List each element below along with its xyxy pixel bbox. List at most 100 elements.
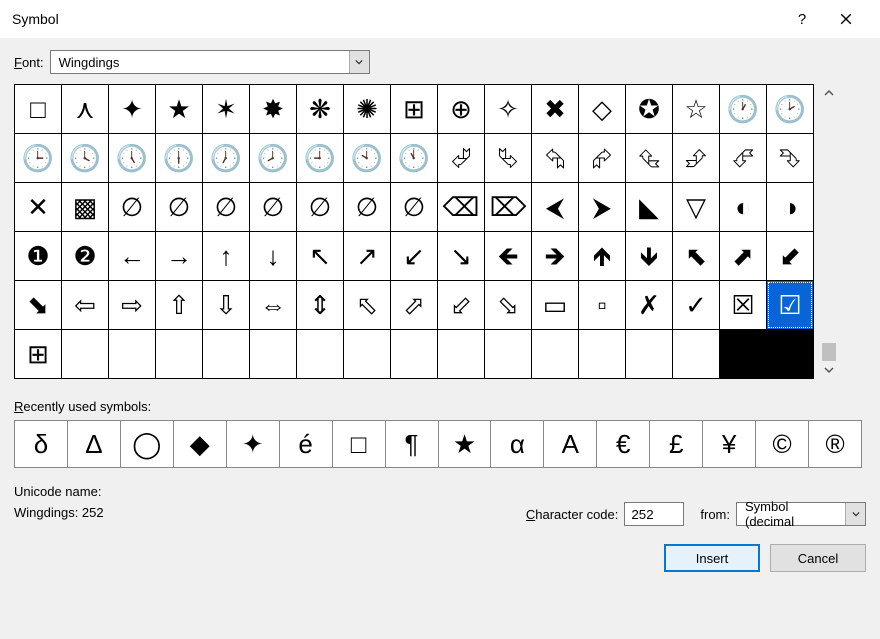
symbol-cell[interactable]: ↑ (203, 232, 249, 280)
symbol-cell[interactable]: □ (15, 85, 61, 133)
symbol-cell[interactable]: ✕ (15, 183, 61, 231)
symbol-cell[interactable]: ✦ (109, 85, 155, 133)
symbol-cell[interactable]: ⬁ (344, 281, 390, 329)
close-button[interactable] (824, 0, 868, 38)
recent-symbol-cell[interactable]: ◆ (174, 421, 226, 467)
recent-symbol-cell[interactable]: £ (650, 421, 702, 467)
symbol-cell[interactable]: ☆ (673, 85, 719, 133)
symbol-cell[interactable]: ❋ (297, 85, 343, 133)
symbol-cell[interactable]: ⮴ (626, 134, 672, 182)
symbol-cell[interactable]: 🡻 (626, 232, 672, 280)
symbol-cell[interactable]: ★ (156, 85, 202, 133)
symbol-cell[interactable]: ⮞ (579, 183, 625, 231)
help-button[interactable]: ? (780, 0, 824, 38)
symbol-cell[interactable] (391, 330, 437, 378)
symbol-cell[interactable] (109, 330, 155, 378)
symbol-cell[interactable]: ∅ (109, 183, 155, 231)
symbol-cell[interactable]: ▭ (532, 281, 578, 329)
recent-symbol-cell[interactable]: δ (15, 421, 67, 467)
symbol-cell[interactable]: ⮱ (485, 134, 531, 182)
scroll-up-button[interactable] (820, 84, 838, 102)
symbol-cell[interactable]: ☒ (720, 281, 766, 329)
symbol-cell[interactable]: ⬈ (720, 232, 766, 280)
symbol-cell[interactable]: 🕖 (203, 134, 249, 182)
symbol-cell[interactable]: ∅ (297, 183, 343, 231)
symbol-cell[interactable] (673, 330, 719, 378)
symbol-cell[interactable]: ⮳ (579, 134, 625, 182)
symbol-cell[interactable]: ▽ (673, 183, 719, 231)
symbol-cell[interactable]: ⮵ (673, 134, 719, 182)
symbol-cell[interactable]: ↙ (391, 232, 437, 280)
font-dropdown[interactable]: Wingdings (50, 50, 370, 74)
scroll-thumb[interactable] (822, 343, 836, 361)
symbol-cell[interactable]: ↗ (344, 232, 390, 280)
symbol-cell[interactable] (626, 330, 672, 378)
symbol-cell[interactable]: ↖ (297, 232, 343, 280)
from-dropdown[interactable]: Symbol (decimal (736, 502, 866, 526)
symbol-cell[interactable]: ⬋ (767, 232, 813, 280)
recent-symbol-cell[interactable]: α (491, 421, 543, 467)
symbol-cell[interactable] (344, 330, 390, 378)
symbol-cell[interactable]: 🡺 (532, 232, 578, 280)
recent-symbol-cell[interactable]: □ (333, 421, 385, 467)
recent-symbol-cell[interactable]: ✦ (227, 421, 279, 467)
symbol-cell[interactable]: ↓ (250, 232, 296, 280)
symbol-cell[interactable]: ⮷ (767, 134, 813, 182)
symbol-cell[interactable]: ⌦ (485, 183, 531, 231)
symbol-cell[interactable]: ⬀ (391, 281, 437, 329)
symbol-cell[interactable]: ✧ (485, 85, 531, 133)
symbol-cell[interactable]: ✸ (250, 85, 296, 133)
cancel-button[interactable]: Cancel (770, 544, 866, 572)
chevron-down-icon[interactable] (349, 51, 369, 73)
symbol-cell[interactable]: ◣ (626, 183, 672, 231)
symbol-cell[interactable]: ❶ (15, 232, 61, 280)
symbol-cell[interactable]: ⮰ (438, 134, 484, 182)
symbol-cell[interactable]: ◑ (767, 183, 813, 231)
symbol-cell[interactable]: ◇ (579, 85, 625, 133)
symbol-cell[interactable]: ⬂ (485, 281, 531, 329)
symbol-cell[interactable] (203, 330, 249, 378)
symbol-cell[interactable]: ⇔ (250, 281, 296, 329)
symbol-cell[interactable]: ⊞ (391, 85, 437, 133)
symbol-cell[interactable]: ◐ (720, 183, 766, 231)
symbol-cell[interactable]: ❷ (62, 232, 108, 280)
symbol-cell[interactable]: ∅ (250, 183, 296, 231)
symbol-cell[interactable]: 🕒 (15, 134, 61, 182)
symbol-cell[interactable]: ✶ (203, 85, 249, 133)
recent-symbol-cell[interactable]: ◯ (121, 421, 173, 467)
symbol-cell[interactable]: ∅ (344, 183, 390, 231)
symbol-cell[interactable]: → (156, 232, 202, 280)
symbol-cell[interactable]: ✖ (532, 85, 578, 133)
symbol-cell[interactable] (485, 330, 531, 378)
scroll-track[interactable] (820, 102, 838, 361)
symbol-cell[interactable]: ⮶ (720, 134, 766, 182)
symbol-cell[interactable]: 🡸 (485, 232, 531, 280)
recent-symbol-cell[interactable]: © (756, 421, 808, 467)
symbol-cell[interactable]: ⇧ (156, 281, 202, 329)
symbol-cell[interactable] (438, 330, 484, 378)
symbol-cell[interactable] (250, 330, 296, 378)
symbol-cell[interactable]: ⌫ (438, 183, 484, 231)
symbol-cell[interactable]: 🕔 (109, 134, 155, 182)
symbol-cell[interactable]: 🕐 (720, 85, 766, 133)
symbol-cell[interactable] (62, 330, 108, 378)
symbol-cell[interactable]: ⇕ (297, 281, 343, 329)
symbol-cell[interactable]: 🕚 (391, 134, 437, 182)
recent-symbol-cell[interactable]: A (544, 421, 596, 467)
symbol-cell[interactable]: ⬊ (15, 281, 61, 329)
symbol-cell[interactable]: ▫ (579, 281, 625, 329)
scroll-down-button[interactable] (820, 361, 838, 379)
recent-symbol-cell[interactable]: ★ (439, 421, 491, 467)
recent-symbol-cell[interactable]: ® (809, 421, 861, 467)
chevron-down-icon[interactable] (845, 503, 865, 525)
symbol-cell[interactable]: 🕙 (344, 134, 390, 182)
symbol-cell[interactable]: ⬃ (438, 281, 484, 329)
charcode-input[interactable] (624, 502, 684, 526)
symbol-cell[interactable] (156, 330, 202, 378)
symbol-cell[interactable]: ∅ (203, 183, 249, 231)
recent-symbol-cell[interactable]: é (280, 421, 332, 467)
symbol-cell[interactable]: ✓ (673, 281, 719, 329)
symbol-cell[interactable]: ∅ (391, 183, 437, 231)
symbol-cell[interactable]: ✺ (344, 85, 390, 133)
symbol-cell[interactable]: ∅ (156, 183, 202, 231)
